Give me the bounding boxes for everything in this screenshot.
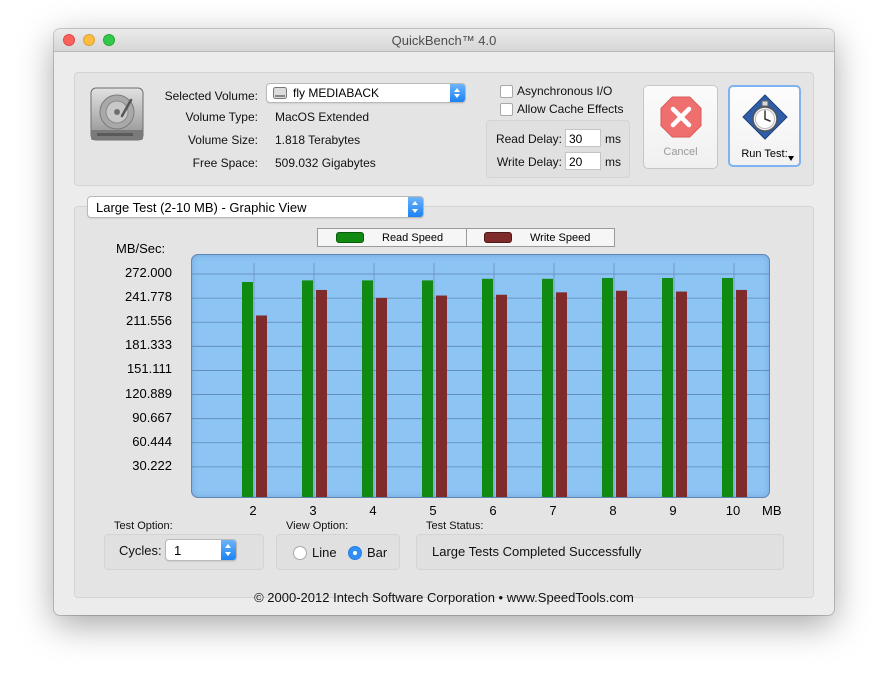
y-tick-label: 60.444 bbox=[132, 433, 172, 449]
free-space-label: Free Space: bbox=[192, 156, 258, 170]
y-tick-label: 181.333 bbox=[125, 337, 172, 353]
read-speed-bar bbox=[362, 280, 373, 497]
delay-panel bbox=[486, 120, 630, 178]
read-speed-bar bbox=[542, 278, 553, 497]
volume-size-label: Volume Size: bbox=[187, 133, 258, 147]
volume-type-label: Volume Type: bbox=[185, 110, 259, 124]
x-tick-label: 9 bbox=[669, 503, 677, 518]
read-delay-input[interactable]: 30 bbox=[565, 129, 601, 147]
y-tick-label: 211.556 bbox=[125, 313, 172, 329]
bar-radio[interactable] bbox=[348, 546, 362, 560]
read-speed-bar bbox=[662, 277, 673, 497]
cycles-popup[interactable]: 1 bbox=[165, 539, 237, 561]
volume-type-value: MacOS Extended bbox=[275, 110, 370, 124]
bar-radio-label: Bar bbox=[367, 545, 388, 560]
y-axis-label: MB/Sec: bbox=[116, 241, 166, 256]
write-delay-input[interactable]: 20 bbox=[565, 152, 601, 170]
run-test-button[interactable]: Run Test: bbox=[728, 85, 801, 167]
x-tick-label: 7 bbox=[549, 503, 557, 518]
y-tick-label: 120.889 bbox=[125, 385, 172, 401]
view-mode-stepper-icon bbox=[408, 197, 423, 217]
legend-write-swatch bbox=[484, 232, 512, 243]
x-tick-label: 3 bbox=[309, 503, 317, 518]
test-option-label: Test Option: bbox=[114, 520, 173, 532]
write-speed-bar bbox=[436, 295, 447, 497]
x-tick-label: 2 bbox=[249, 503, 257, 518]
y-tick-label: 241.778 bbox=[125, 289, 172, 305]
chart-legend: Read Speed Write Speed bbox=[317, 228, 615, 247]
x-tick-label: 10 bbox=[725, 503, 741, 518]
legend-read-label: Read Speed bbox=[382, 232, 444, 244]
selected-volume-popup[interactable]: fly MEDIABACK bbox=[266, 83, 466, 103]
y-tick-label: 151.111 bbox=[126, 361, 172, 377]
x-tick-label: 5 bbox=[429, 503, 437, 518]
test-status-label: Test Status: bbox=[426, 520, 484, 532]
view-mode-popup[interactable]: Large Test (2-10 MB) - Graphic View bbox=[87, 196, 424, 218]
y-tick-label: 30.222 bbox=[132, 457, 172, 473]
write-speed-bar bbox=[556, 292, 567, 497]
selected-volume-stepper-icon bbox=[450, 84, 465, 102]
cache-effects-label: Allow Cache Effects bbox=[517, 102, 624, 116]
hard-drive-icon bbox=[90, 87, 144, 141]
cycles-stepper-icon bbox=[221, 540, 236, 560]
async-io-label: Asynchronous I/O bbox=[517, 84, 613, 98]
run-test-menu-arrow-icon bbox=[788, 156, 794, 161]
cancel-label: Cancel bbox=[663, 146, 698, 158]
volume-size-value: 1.818 Terabytes bbox=[275, 133, 361, 147]
cache-effects-checkbox[interactable] bbox=[500, 103, 513, 116]
read-delay-unit: ms bbox=[605, 132, 621, 146]
read-speed-bar bbox=[722, 277, 733, 497]
write-speed-bar bbox=[316, 289, 327, 497]
line-radio-label: Line bbox=[312, 545, 337, 560]
stop-icon bbox=[660, 96, 702, 138]
y-tick-label: 90.667 bbox=[132, 409, 172, 425]
app-window: QuickBench™ 4.0 Selected Volume: fly MED… bbox=[54, 29, 834, 615]
legend-divider bbox=[466, 229, 467, 246]
read-speed-bar bbox=[602, 277, 613, 497]
write-speed-bar bbox=[616, 290, 627, 497]
cancel-button[interactable]: Cancel bbox=[643, 85, 718, 169]
async-io-checkbox[interactable] bbox=[500, 85, 513, 98]
write-delay-label: Write Delay: bbox=[496, 155, 562, 169]
copyright-footer: © 2000-2012 Intech Software Corporation … bbox=[254, 590, 634, 605]
stopwatch-icon bbox=[742, 94, 788, 140]
write-speed-bar bbox=[736, 289, 747, 497]
bar-chart-svg bbox=[192, 263, 769, 497]
write-speed-bar bbox=[376, 297, 387, 497]
x-tick-label: 4 bbox=[369, 503, 377, 518]
y-tick-label: 272.000 bbox=[125, 265, 172, 280]
write-speed-bar bbox=[256, 315, 267, 497]
write-delay-unit: ms bbox=[605, 155, 621, 169]
window-title: QuickBench™ 4.0 bbox=[391, 33, 497, 48]
legend-write-label: Write Speed bbox=[530, 232, 591, 244]
x-axis-unit: MB bbox=[762, 503, 782, 518]
read-speed-bar bbox=[242, 281, 253, 497]
line-radio[interactable] bbox=[293, 546, 307, 560]
view-option-label: View Option: bbox=[286, 520, 349, 532]
free-space-value: 509.032 Gigabytes bbox=[275, 156, 376, 170]
read-speed-bar bbox=[422, 280, 433, 497]
plot-area bbox=[191, 254, 770, 498]
write-speed-bar bbox=[496, 294, 507, 497]
view-mode-value: Large Test (2-10 MB) - Graphic View bbox=[96, 200, 307, 215]
cycles-value: 1 bbox=[174, 543, 182, 558]
x-tick-label: 8 bbox=[609, 503, 617, 518]
test-status-value: Large Tests Completed Successfully bbox=[432, 544, 642, 559]
selected-volume-value: fly MEDIABACK bbox=[293, 86, 380, 100]
drive-small-icon bbox=[273, 87, 287, 99]
x-tick-label: 6 bbox=[489, 503, 497, 518]
read-speed-bar bbox=[302, 280, 313, 497]
read-speed-bar bbox=[482, 278, 493, 497]
selected-volume-label: Selected Volume: bbox=[164, 89, 258, 103]
cycles-label: Cycles: bbox=[119, 543, 162, 558]
title-bar: QuickBench™ 4.0 bbox=[54, 29, 834, 52]
read-delay-label: Read Delay: bbox=[495, 132, 562, 146]
legend-read-swatch bbox=[336, 232, 364, 243]
write-speed-bar bbox=[676, 291, 687, 497]
